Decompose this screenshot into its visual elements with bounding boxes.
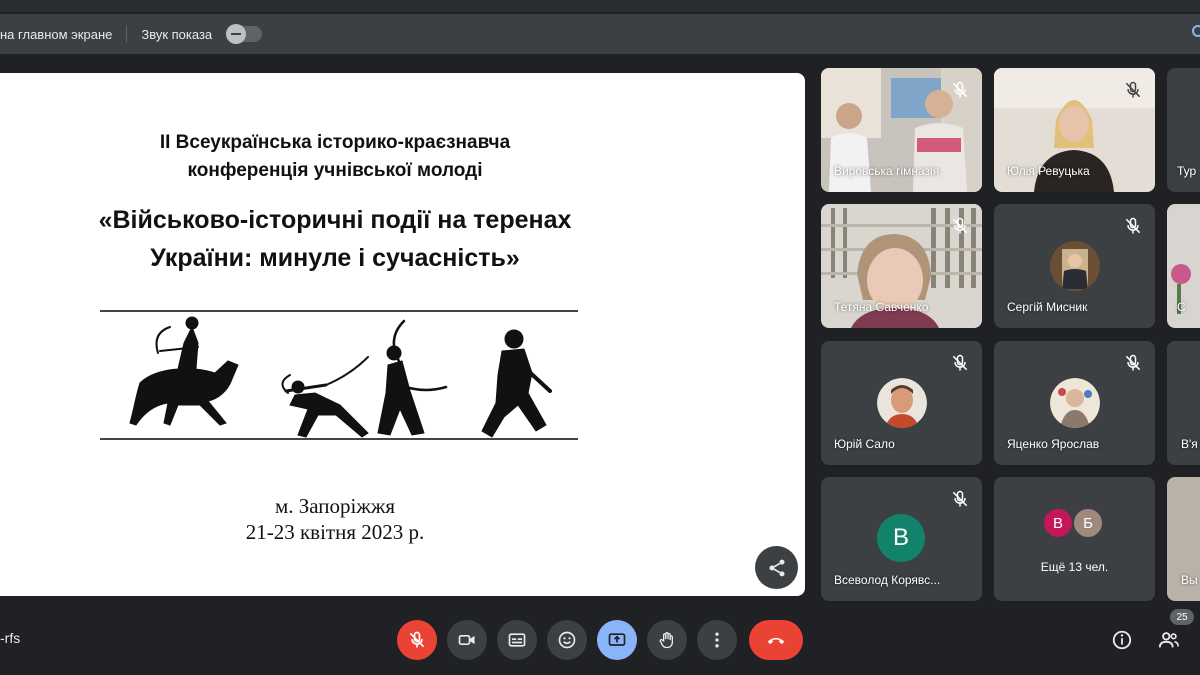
show-everyone-button[interactable]: [1157, 628, 1181, 652]
participant-tile[interactable]: Юлія Ревуцька: [994, 68, 1155, 192]
mic-off-icon: [409, 631, 425, 648]
participant-avatar: [1050, 241, 1100, 291]
participant-tile[interactable]: Тетяна Савченко: [821, 204, 982, 328]
toggle-camera-button[interactable]: [447, 620, 487, 660]
more-options-icon: [715, 632, 719, 648]
slide-subtitle: II Всеукраїнська історико-краєзнавча кон…: [0, 129, 670, 185]
participant-tile[interactable]: С: [1167, 204, 1200, 328]
mic-off-icon: [952, 217, 968, 234]
slide-top-rule: [100, 310, 578, 312]
participant-name: Сергій Мисник: [1007, 300, 1088, 314]
mic-off-icon: [1125, 217, 1141, 234]
mic-off-icon: [952, 490, 968, 507]
toggle-off-icon: [226, 24, 247, 44]
participant-tile[interactable]: В Всеволод Корявс...: [821, 477, 982, 601]
participant-name: Вы: [1181, 573, 1198, 587]
mic-off-icon: [952, 354, 968, 371]
participant-tile[interactable]: Вы: [1167, 477, 1200, 601]
presenting-bar-right-icon[interactable]: [1192, 25, 1200, 37]
more-participants-label: Ещё 13 чел.: [1040, 560, 1109, 574]
participant-tile[interactable]: В'я: [1167, 341, 1200, 465]
slide-place-date: м. Запоріжжя 21-23 квітня 2023 р.: [0, 493, 670, 545]
participant-name: Юлія Ревуцька: [1007, 164, 1090, 178]
presenting-bar-divider: [126, 25, 128, 43]
participant-avatar: [877, 378, 927, 428]
participant-name: Тур: [1177, 164, 1197, 178]
participant-tile[interactable]: Вировська гімназія: [821, 68, 982, 192]
slide-subtitle-line-2: конференція учнівської молоді: [187, 160, 483, 181]
slide-dates: 21-23 квітня 2023 р.: [245, 520, 425, 544]
participant-name: Яценко Ярослав: [1007, 437, 1100, 451]
slide-title-line-1: «Військово-історичні події на теренах: [98, 206, 572, 234]
participant-tile[interactable]: Юрій Сало: [821, 341, 982, 465]
mic-off-icon: [1125, 354, 1141, 371]
slide-title: «Військово-історичні події на теренах Ук…: [0, 201, 670, 277]
participant-tile[interactable]: Яценко Ярослав: [994, 341, 1155, 465]
toggle-microphone-button[interactable]: [397, 620, 437, 660]
slide-subtitle-line-1: II Всеукраїнська історико-краєзнавча: [159, 132, 511, 153]
more-participant-avatar: В: [1042, 507, 1074, 539]
meeting-code: -rfs: [0, 630, 21, 646]
warriors-silhouette-illustration: [129, 316, 552, 438]
participant-name: В'я: [1181, 437, 1198, 451]
more-participant-avatar: Б: [1072, 507, 1104, 539]
more-options-button[interactable]: [697, 620, 737, 660]
participant-name: С: [1177, 300, 1186, 314]
camera-icon: [458, 635, 475, 645]
participant-initial-avatar: В: [877, 514, 925, 562]
share-icon: [769, 559, 784, 576]
captions-icon: [508, 633, 526, 647]
window-top-strip: [0, 0, 1200, 12]
presentation-sound-label: Звук показа: [141, 26, 213, 42]
slide-title-line-2: України: минуле і сучасність»: [150, 244, 520, 272]
present-screen-icon: [608, 633, 626, 646]
presentation-sound-toggle[interactable]: [226, 24, 263, 44]
leave-call-button[interactable]: [749, 620, 803, 660]
participant-tile[interactable]: Сергій Мисник: [994, 204, 1155, 328]
raise-hand-button[interactable]: [647, 620, 687, 660]
captions-button[interactable]: [497, 620, 537, 660]
hang-up-icon: [767, 637, 785, 645]
share-button[interactable]: [755, 546, 798, 589]
participant-name: Всеволод Корявс...: [834, 573, 941, 587]
reactions-button[interactable]: [547, 620, 587, 660]
people-icon: [1158, 632, 1179, 648]
mic-off-icon: [1125, 81, 1141, 98]
emoji-icon: [558, 631, 576, 649]
meeting-details-button[interactable]: [1110, 628, 1134, 652]
mic-off-icon: [952, 81, 968, 98]
info-icon: [1112, 630, 1132, 650]
slide-city: м. Запоріжжя: [274, 494, 396, 518]
participant-name: Тетяна Савченко: [834, 300, 929, 314]
participant-avatar: [1050, 378, 1100, 428]
slide-bottom-rule: [100, 438, 578, 440]
present-screen-button[interactable]: [597, 620, 637, 660]
participant-tile[interactable]: Тур: [1167, 68, 1200, 192]
more-participants-tile[interactable]: В Б Ещё 13 чел.: [994, 477, 1155, 601]
raise-hand-icon: [659, 632, 673, 649]
presenting-bar: на главном экране Звук показа: [0, 14, 1200, 54]
participants-count-badge: 25: [1170, 609, 1194, 625]
participant-name: Вировська гімназія: [834, 164, 940, 178]
participant-name: Юрій Сало: [834, 437, 895, 451]
main-screen-label: на главном экране: [0, 26, 113, 42]
presentation-slide: II Всеукраїнська історико-краєзнавча кон…: [0, 73, 805, 596]
